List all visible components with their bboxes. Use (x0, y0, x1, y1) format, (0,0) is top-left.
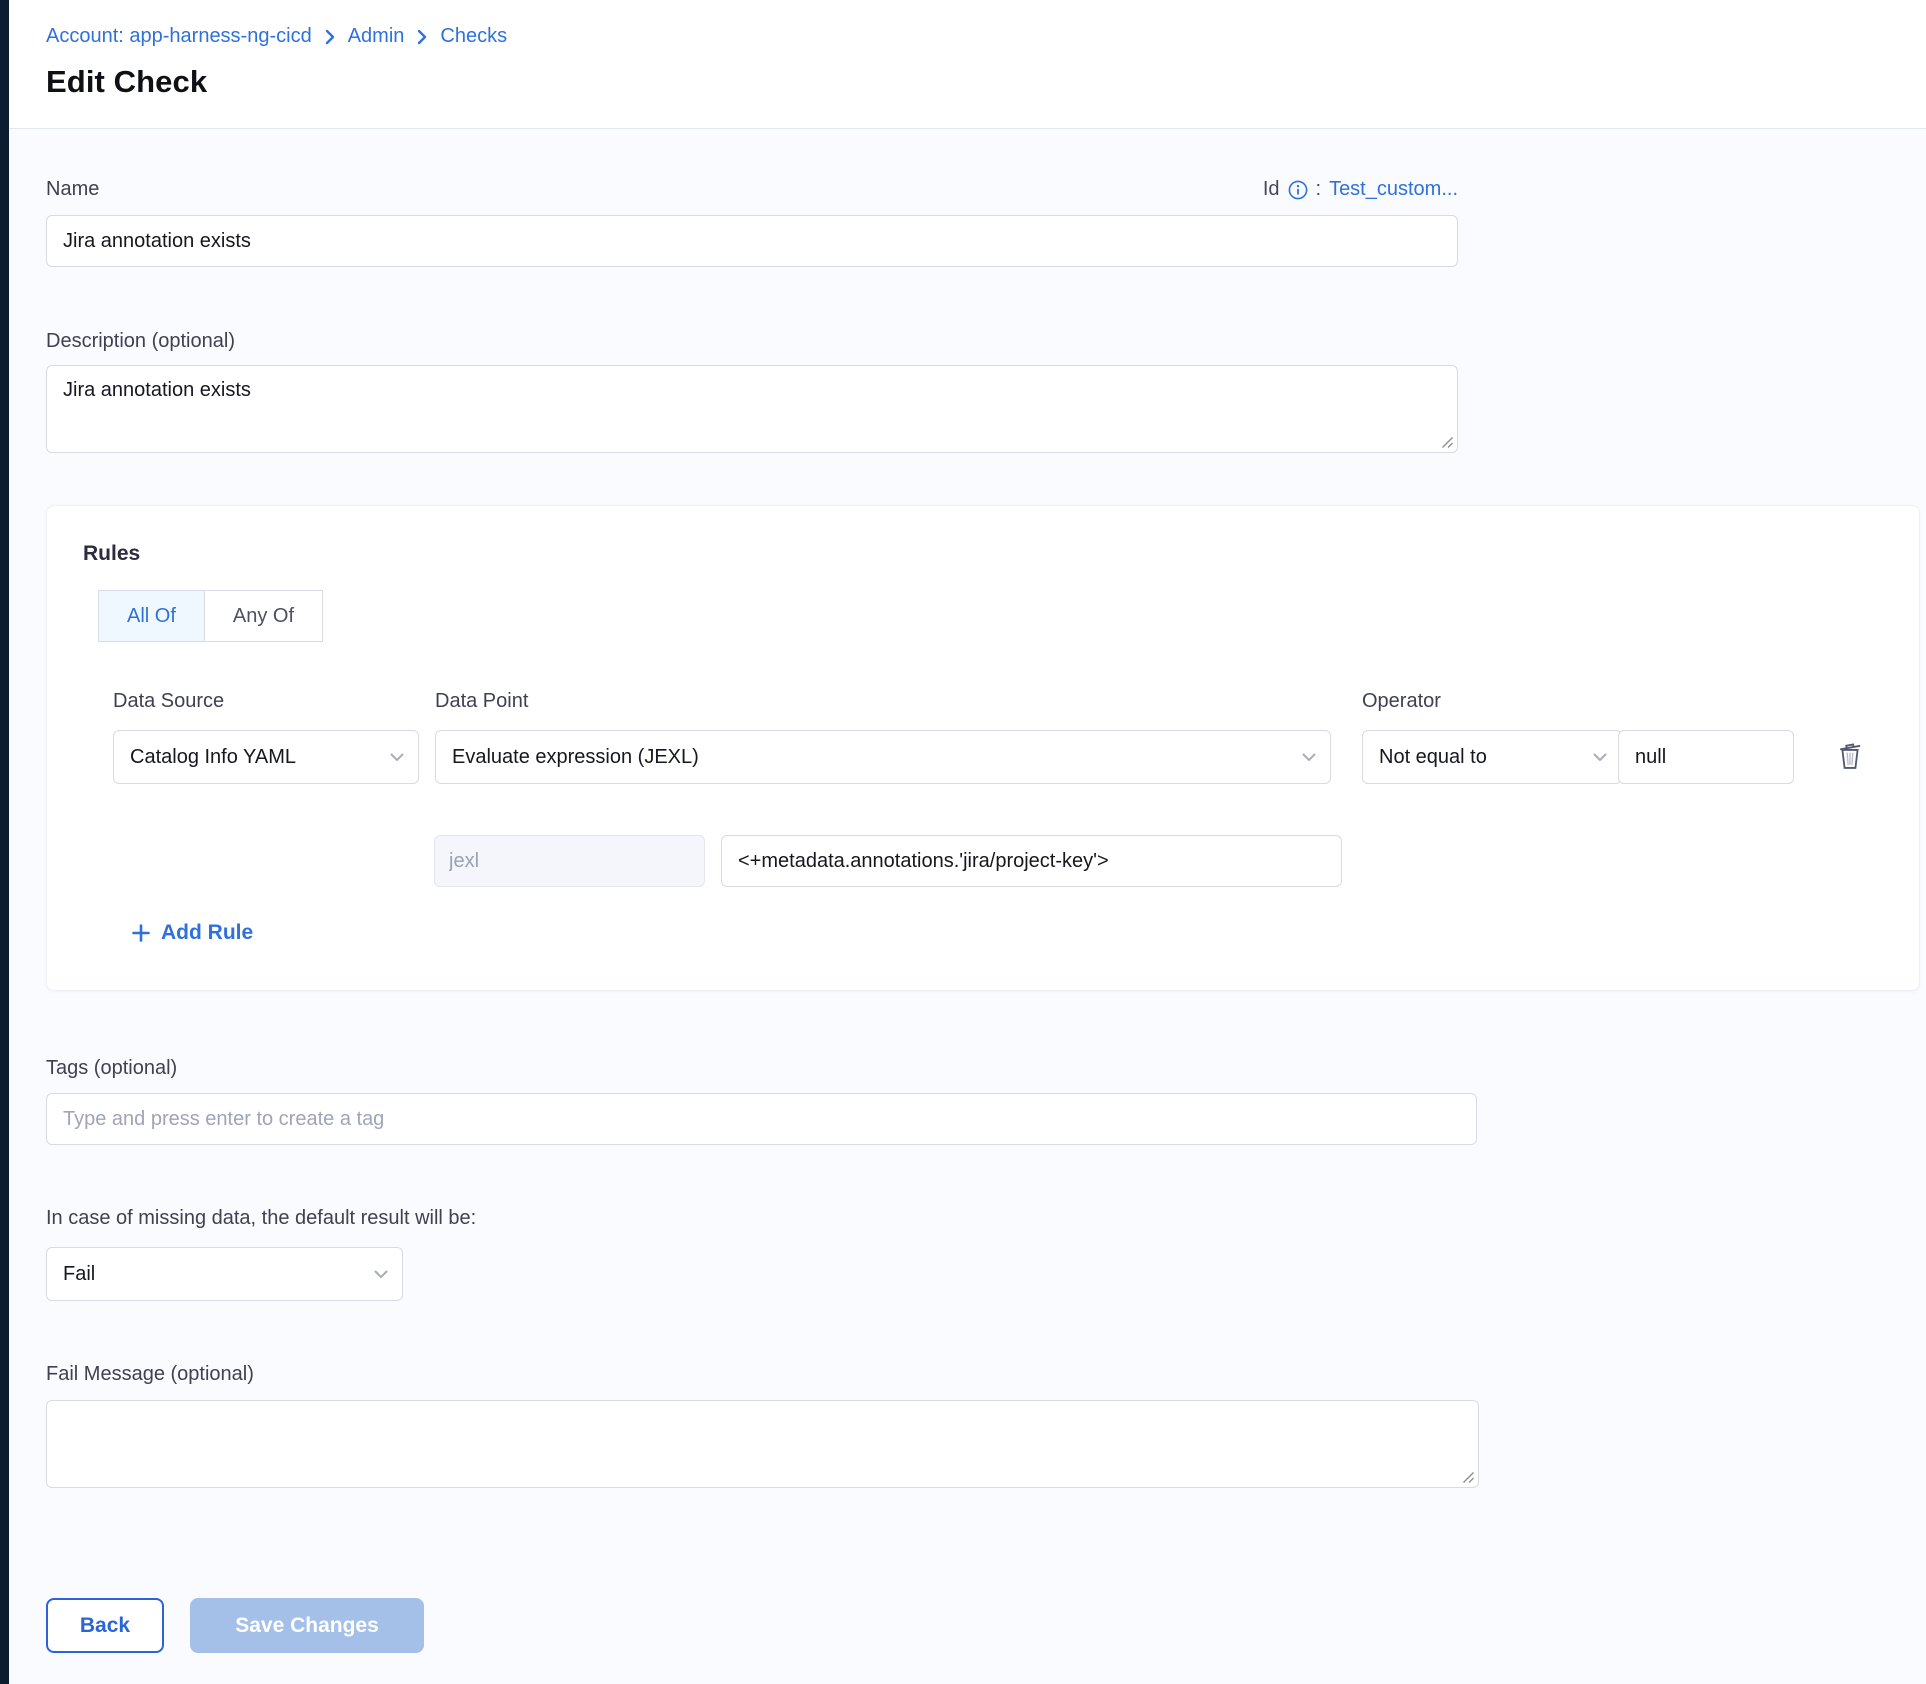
breadcrumb-admin-link[interactable]: Admin (348, 25, 405, 48)
data-source-select[interactable]: Catalog Info YAML (113, 730, 419, 784)
description-field: Jira annotation exists (46, 365, 1458, 453)
resize-handle-icon[interactable] (1440, 435, 1454, 449)
fail-message-textarea[interactable] (46, 1400, 1479, 1488)
chevron-down-icon (1302, 753, 1316, 762)
chevron-down-icon (390, 753, 404, 762)
name-label: Name (46, 178, 99, 201)
id-label: Id (1263, 178, 1280, 201)
data-source-label: Data Source (113, 690, 224, 713)
data-point-value: Evaluate expression (JEXL) (452, 746, 699, 769)
chevron-down-icon (1593, 753, 1607, 762)
rule-value-input[interactable] (1618, 730, 1794, 784)
breadcrumb-checks-link[interactable]: Checks (440, 25, 507, 48)
tags-label: Tags (optional) (46, 1057, 177, 1080)
operator-value: Not equal to (1379, 746, 1487, 769)
edit-check-page: Account: app-harness-ng-cicd Admin Check… (0, 0, 1926, 1684)
rules-heading: Rules (83, 542, 140, 566)
rules-condition-toggle: All Of Any Of (98, 590, 323, 642)
description-label: Description (optional) (46, 330, 235, 353)
rules-card: Rules All Of Any Of Data Source Data Poi… (46, 505, 1920, 991)
page-title: Edit Check (46, 64, 207, 100)
any-of-toggle[interactable]: Any Of (204, 590, 323, 642)
all-of-toggle[interactable]: All Of (98, 590, 205, 642)
tags-input[interactable] (46, 1093, 1477, 1145)
id-colon: : (1316, 178, 1322, 201)
add-rule-label: Add Rule (161, 921, 253, 945)
delete-rule-button[interactable] (1836, 740, 1864, 770)
plus-icon (131, 923, 151, 943)
fail-message-label: Fail Message (optional) (46, 1363, 254, 1386)
operator-label: Operator (1362, 690, 1441, 713)
default-result-value: Fail (63, 1263, 95, 1286)
fail-message-field (46, 1400, 1479, 1488)
data-point-select[interactable]: Evaluate expression (JEXL) (435, 730, 1331, 784)
resize-handle-icon[interactable] (1461, 1470, 1475, 1484)
page-header: Account: app-harness-ng-cicd Admin Check… (9, 0, 1926, 129)
breadcrumb-account-link[interactable]: Account: app-harness-ng-cicd (46, 25, 312, 48)
data-source-value: Catalog Info YAML (130, 746, 296, 769)
id-row: Id : Test_custom... (1263, 178, 1458, 201)
breadcrumb-chevron-icon (325, 29, 335, 45)
name-input[interactable] (46, 215, 1458, 267)
save-changes-button[interactable]: Save Changes (190, 1598, 424, 1653)
default-result-select[interactable]: Fail (46, 1247, 403, 1301)
add-rule-button[interactable]: Add Rule (131, 921, 253, 945)
info-icon[interactable] (1288, 180, 1308, 200)
data-point-label: Data Point (435, 690, 528, 713)
description-textarea[interactable]: Jira annotation exists (46, 365, 1458, 453)
missing-data-label: In case of missing data, the default res… (46, 1207, 476, 1230)
expression-input[interactable] (721, 835, 1342, 887)
left-accent-strip (0, 0, 9, 1684)
back-button[interactable]: Back (46, 1598, 164, 1653)
breadcrumb: Account: app-harness-ng-cicd Admin Check… (46, 25, 507, 48)
breadcrumb-chevron-icon (417, 29, 427, 45)
jexl-input[interactable] (434, 835, 705, 887)
id-value-link[interactable]: Test_custom... (1329, 178, 1458, 201)
trash-icon (1836, 758, 1864, 773)
operator-select[interactable]: Not equal to (1362, 730, 1622, 784)
chevron-down-icon (374, 1270, 388, 1279)
